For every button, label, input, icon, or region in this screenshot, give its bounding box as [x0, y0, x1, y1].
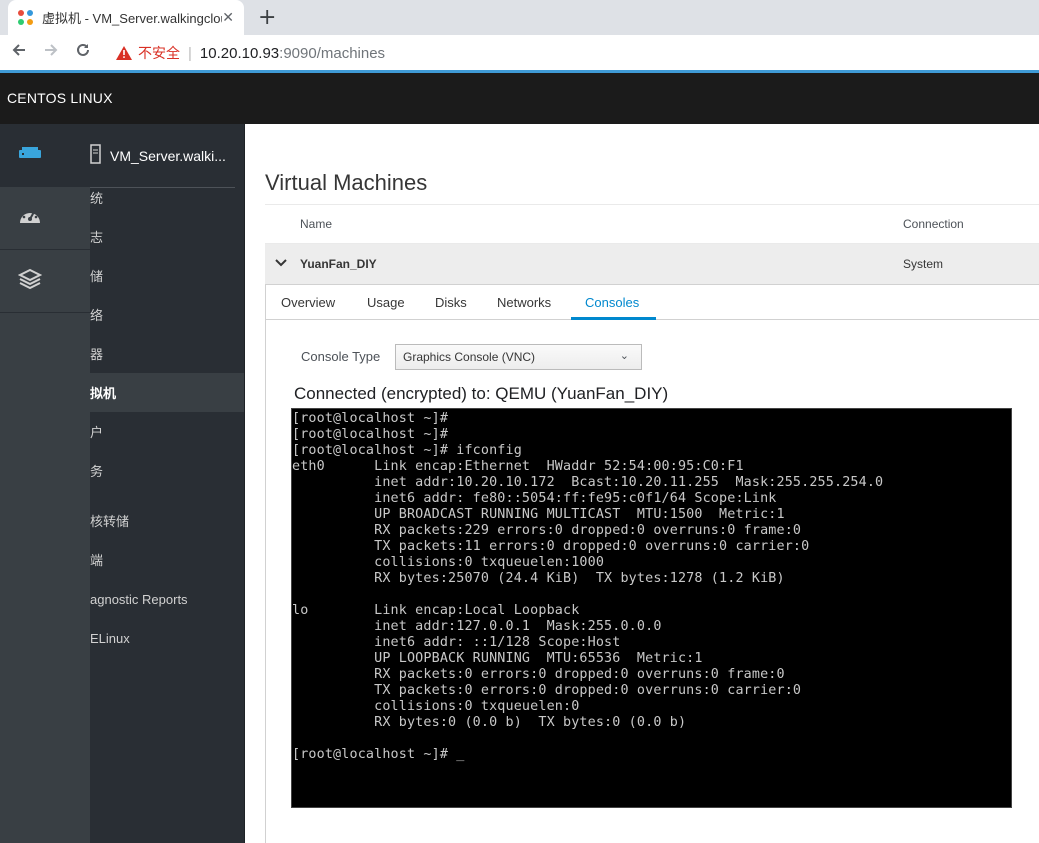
tab-networks[interactable]: Networks: [497, 295, 551, 310]
terminal-line: collisions:0 txqueuelen:0: [292, 699, 580, 714]
tab-overview[interactable]: Overview: [281, 295, 335, 310]
terminal-line: inet addr:10.20.10.172 Bcast:10.20.11.25…: [292, 475, 884, 490]
chevron-down-icon[interactable]: [274, 256, 288, 273]
brand-label: CENTOS LINUX: [7, 90, 113, 106]
column-header-connection: Connection: [903, 217, 964, 231]
sidebar-item[interactable]: 务: [90, 451, 245, 490]
sidebar-item[interactable]: agnostic Reports: [90, 580, 245, 619]
terminal-line: inet6 addr: fe80::5054:ff:fe95:c0f1/64 S…: [292, 491, 777, 506]
connection-status: Connected (encrypted) to: QEMU (YuanFan_…: [294, 384, 669, 403]
icon-rail: [0, 124, 90, 843]
console-type-select[interactable]: Graphics Console (VNC) ⌄: [395, 344, 642, 370]
sidebar-item[interactable]: 络: [90, 295, 245, 334]
close-tab-icon[interactable]: ✕: [222, 10, 234, 26]
browser-tab[interactable]: 虚拟机 - VM_Server.walkingcloud ✕: [8, 0, 244, 35]
console-type-label: Console Type: [301, 349, 381, 364]
terminal-line: eth0 Link encap:Ethernet HWaddr 52:54:00…: [292, 459, 744, 474]
vm-table-header: Name Connection: [265, 204, 1039, 244]
tab-usage[interactable]: Usage: [367, 295, 405, 310]
host-name: VM_Server.walki...: [110, 148, 226, 164]
terminal-line: [root@localhost ~]# ifconfig: [292, 443, 522, 458]
terminal-line: [root@localhost ~]# _: [292, 747, 465, 762]
terminal-line: RX packets:229 errors:0 dropped:0 overru…: [292, 523, 802, 538]
forward-arrow-icon[interactable]: [42, 41, 60, 64]
active-tab-indicator: [571, 317, 656, 320]
terminal-line: TX packets:11 errors:0 dropped:0 overrun…: [292, 539, 810, 554]
sidebar-item[interactable]: 志: [90, 217, 245, 256]
terminal-line: inet addr:127.0.0.1 Mask:255.0.0.0: [292, 619, 662, 634]
sidebar-item[interactable]: ELinux: [90, 619, 245, 658]
layers-icon: [17, 268, 43, 294]
sidebar-item[interactable]: 户: [90, 412, 245, 451]
vm-name: YuanFan_DIY: [300, 257, 377, 271]
insecure-label[interactable]: 不安全: [138, 43, 180, 63]
url-path: :9090/machines: [279, 44, 386, 62]
vm-row[interactable]: YuanFan_DIY System: [265, 244, 1039, 285]
sidebar-item[interactable]: 拟机: [90, 373, 245, 412]
terminal-line: RX packets:0 errors:0 dropped:0 overruns…: [292, 667, 785, 682]
sidebar-item[interactable]: 储: [90, 256, 245, 295]
warning-icon: [116, 46, 132, 60]
url-host: 10.20.10.93: [199, 44, 280, 62]
vnc-console-screen[interactable]: [root@localhost ~]# [root@localhost ~]# [r…: [291, 408, 1012, 808]
new-tab-button[interactable]: +: [258, 5, 276, 30]
sidebar-item[interactable]: 器: [90, 334, 245, 373]
console-type-value: Graphics Console (VNC): [403, 350, 536, 364]
masthead: CENTOS LINUX: [0, 73, 1039, 124]
back-arrow-icon[interactable]: [10, 41, 28, 64]
sidebar-item[interactable]: 端: [90, 540, 245, 579]
tab-title: 虚拟机 - VM_Server.walkingcloud: [42, 11, 222, 26]
vm-connection: System: [903, 257, 944, 271]
chevron-down-icon: ⌄: [619, 350, 629, 362]
omnibox-divider: |: [188, 44, 192, 62]
terminal-line: collisions:0 txqueuelen:1000: [292, 555, 605, 570]
sidebar-item[interactable]: 统: [90, 178, 245, 217]
host-sidebar: VM_Server.walki... 统志储络器拟机户务核转储端 agnostic…: [90, 124, 245, 843]
page-title: Virtual Machines: [265, 170, 428, 195]
terminal-line: UP LOOPBACK RUNNING MTU:65536 Metric:1: [292, 651, 703, 666]
terminal-line: UP BROADCAST RUNNING MULTICAST MTU:1500 …: [292, 507, 785, 522]
terminal-line: lo Link encap:Local Loopback: [292, 603, 580, 618]
browser-toolbar: 不安全 | 10.20.10.93:9090/machines: [0, 35, 1039, 70]
terminal-line: [root@localhost ~]#: [292, 427, 449, 442]
address-bar[interactable]: 不安全 | 10.20.10.93:9090/machines: [106, 38, 1039, 68]
column-header-name: Name: [300, 217, 333, 231]
sidebar-item[interactable]: 核转储: [90, 501, 245, 540]
terminal-line: [root@localhost ~]#: [292, 411, 449, 426]
vm-tabs: Overview Usage Disks Networks Consoles: [266, 285, 1039, 320]
dashboard-icon: [18, 205, 42, 231]
rail-item-servers[interactable]: [0, 124, 90, 187]
rail-item-applications[interactable]: [0, 250, 90, 313]
rail-item-dashboard[interactable]: [0, 187, 90, 250]
cockpit-favicon-icon: [18, 9, 34, 26]
terminal-line: inet6 addr: ::1/128 Scope:Host: [292, 635, 621, 650]
terminal-line: RX bytes:0 (0.0 b) TX bytes:0 (0.0 b): [292, 715, 687, 730]
server-host-icon: [90, 144, 102, 168]
terminal-output: [root@localhost ~]# [root@localhost ~]# [r…: [292, 411, 1011, 763]
tab-consoles[interactable]: Consoles: [585, 295, 639, 310]
tab-disks[interactable]: Disks: [435, 295, 467, 310]
terminal-line: RX bytes:25070 (24.4 KiB) TX bytes:1278 …: [292, 571, 785, 586]
browser-tab-strip: 虚拟机 - VM_Server.walkingcloud ✕ +: [0, 0, 1039, 35]
terminal-line: TX packets:0 errors:0 dropped:0 overruns…: [292, 683, 802, 698]
server-icon: [18, 143, 42, 167]
reload-icon[interactable]: [74, 41, 92, 64]
